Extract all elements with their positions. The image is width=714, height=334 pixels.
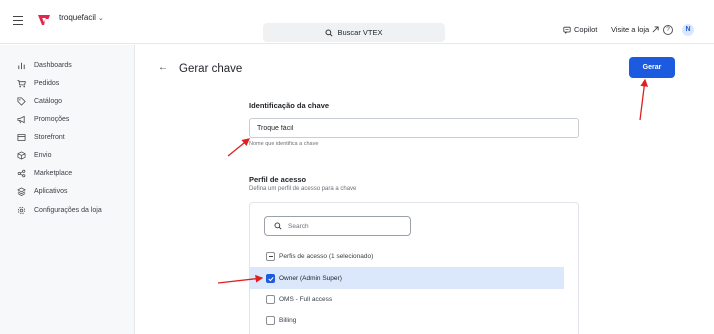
profile-group-toggle[interactable]: Perfis de acesso (1 selecionado): [250, 245, 564, 267]
sidebar-item-dashboards[interactable]: Dashboards: [17, 59, 72, 71]
visit-store-link[interactable]: Visite a loja: [611, 25, 659, 34]
global-search-label: Buscar VTEX: [337, 28, 383, 37]
checkbox[interactable]: [266, 315, 275, 325]
sidebar-item-envio[interactable]: Envio: [17, 149, 52, 161]
sidebar-item-label: Storefront: [34, 133, 65, 141]
external-link-icon: [652, 26, 659, 33]
chat-icon: [563, 26, 571, 34]
sidebar-item-label: Dashboards: [34, 61, 72, 69]
profile-group-label: Perfis de acesso (1 selecionado): [279, 252, 374, 260]
key-name-hint: Nome que identifica a chave: [249, 141, 319, 147]
sidebar-item-configuracoes[interactable]: Configurações da loja: [17, 204, 102, 216]
chevron-down-icon: ⌄: [97, 14, 104, 22]
indeterminate-checkbox[interactable]: [266, 251, 275, 261]
arrow-to-generate-button: [639, 78, 649, 121]
copilot-button[interactable]: Copilot: [563, 25, 597, 34]
checkbox[interactable]: [266, 294, 275, 304]
profile-option[interactable]: Billing: [250, 309, 564, 331]
global-search[interactable]: Buscar VTEX: [263, 23, 445, 42]
profile-option[interactable]: Owner (Admin Super): [250, 267, 564, 289]
tag-icon: [17, 96, 26, 106]
top-bar: troquefacil ⌄ Buscar VTEX Copilot Visite…: [0, 0, 714, 44]
sidebar-item-aplicativos[interactable]: Aplicativos: [17, 185, 67, 197]
search-icon: [325, 28, 334, 37]
sidebar-item-pedidos[interactable]: Pedidos: [17, 77, 59, 89]
sidebar-item-storefront[interactable]: Storefront: [17, 131, 65, 143]
sidebar-item-marketplace[interactable]: Marketplace: [17, 167, 72, 179]
megaphone-icon: [17, 115, 25, 123]
checkbox-checked[interactable]: [266, 273, 275, 283]
sidebar-item-label: Aplicativos: [34, 187, 68, 195]
menu-icon[interactable]: [13, 16, 23, 26]
sidebar-item-promocoes[interactable]: Promoções: [17, 113, 69, 125]
avatar[interactable]: N: [682, 24, 694, 36]
access-profile-subtitle: Defina um perfil de acesso para a chave: [249, 186, 357, 192]
identification-title: Identificação da chave: [249, 101, 330, 110]
page-title: Gerar chave: [179, 63, 243, 75]
network-icon: [17, 169, 26, 177]
profile-option[interactable]: OMS - Full access: [250, 288, 564, 310]
back-arrow-icon[interactable]: ←: [158, 62, 168, 73]
sidebar-item-label: Promoções: [34, 115, 70, 123]
search-icon: [274, 222, 282, 230]
chart-icon: [18, 62, 25, 69]
profile-option-label: OMS - Full access: [279, 295, 333, 303]
help-icon[interactable]: ?: [663, 25, 673, 35]
check-icon: [268, 276, 274, 281]
gear-icon: [17, 206, 26, 214]
profile-option-label: Billing: [279, 316, 297, 324]
profile-option-label: Owner (Admin Super): [279, 274, 342, 282]
account-name: troquefacil: [59, 13, 96, 22]
vtex-logo-icon[interactable]: [37, 13, 51, 27]
sidebar-item-label: Configurações da loja: [34, 206, 102, 214]
copilot-label: Copilot: [574, 25, 598, 34]
box-icon: [17, 150, 26, 160]
cart-icon: [17, 79, 26, 87]
storefront-icon: [17, 133, 26, 141]
visit-store-label: Visite a loja: [611, 25, 650, 34]
profile-search-input[interactable]: Search: [264, 216, 411, 236]
profile-search-placeholder: Search: [288, 222, 309, 230]
arrow-to-key-name-field: [227, 138, 251, 157]
access-profile-title: Perfil de acesso: [249, 175, 307, 184]
sidebar-item-label: Envio: [34, 151, 52, 159]
sidebar-item-label: Catálogo: [34, 97, 63, 105]
layers-icon: [17, 186, 26, 196]
sidebar-item-catalogo[interactable]: Catálogo: [17, 95, 62, 107]
sidebar-item-label: Marketplace: [34, 169, 73, 177]
sidebar-item-label: Pedidos: [34, 79, 60, 87]
key-name-field[interactable]: [249, 118, 579, 138]
generate-button[interactable]: Gerar: [629, 57, 675, 78]
account-switcher[interactable]: troquefacil ⌄: [59, 13, 104, 22]
